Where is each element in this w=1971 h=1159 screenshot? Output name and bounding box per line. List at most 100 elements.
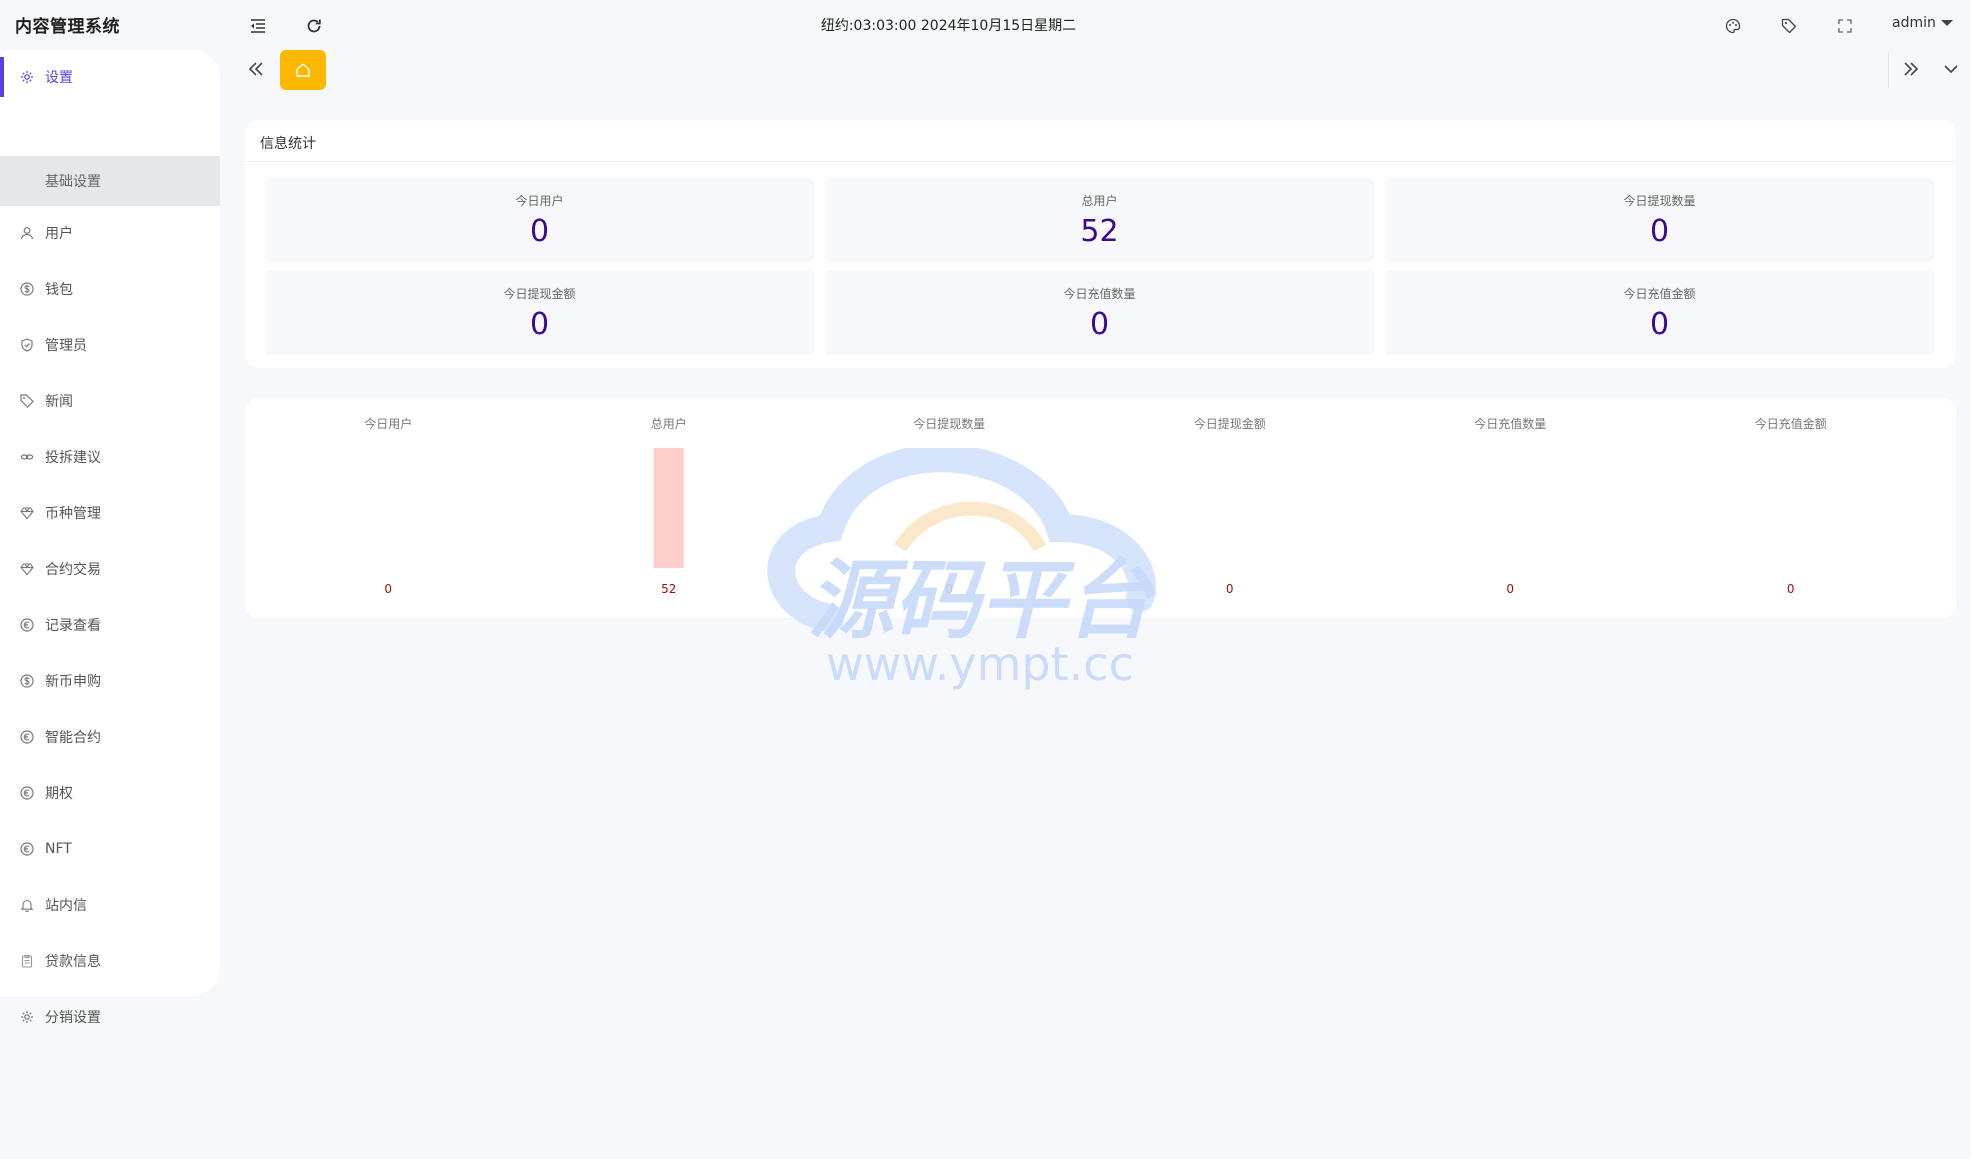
dollar-icon xyxy=(20,282,34,296)
stat-today-withdraw-count: 今日提现数量 0 xyxy=(1385,178,1934,262)
sidebar-item-news[interactable]: 新闻 xyxy=(0,381,220,421)
sidebar-item-admins[interactable]: 管理员 xyxy=(0,325,220,365)
chart-value-label: 0 xyxy=(1506,582,1514,596)
diamond-icon xyxy=(20,562,34,576)
top-bar: 内容管理系统 纽约:03:03:00 2024年10月15日星期二 admin xyxy=(0,0,1971,50)
chevrons-right-icon xyxy=(1904,62,1919,76)
username: admin xyxy=(1892,15,1936,31)
link-icon xyxy=(20,450,34,464)
user-menu[interactable]: admin xyxy=(1892,15,1953,31)
stats-chart-card: 今日用户 0 总用户 52 今日提现数量 0 今日提现金额 0 今日充值数量 0 今日充值金额 0 xyxy=(245,398,1956,618)
euro-icon xyxy=(20,730,34,744)
sidebar-item-label: 记录查看 xyxy=(45,618,101,634)
sidebar-item-label: 管理员 xyxy=(45,338,87,354)
svg-text:www.ympt.cc: www.ympt.cc xyxy=(826,637,1134,691)
sidebar-item-loans[interactable]: 贷款信息 xyxy=(0,941,220,981)
sidebar-item-new-coin[interactable]: 新币申购 xyxy=(0,661,220,701)
tag-icon xyxy=(20,394,34,408)
sidebar-item-label: 期权 xyxy=(45,786,73,802)
sidebar-item-label: 基础设置 xyxy=(45,174,101,190)
stat-today-users: 今日用户 0 xyxy=(265,178,814,262)
chart-value-label: 0 xyxy=(1787,582,1795,596)
stat-value: 0 xyxy=(1089,307,1110,342)
sidebar-item-label: 投拆建议 xyxy=(45,450,101,466)
sidebar-item-label: 贷款信息 xyxy=(45,954,101,970)
sidebar-item-distribution[interactable]: 分销设置 xyxy=(0,997,220,1037)
sidebar-item-wallet[interactable]: 钱包 xyxy=(0,269,220,309)
euro-icon xyxy=(20,786,34,800)
stat-value: 0 xyxy=(529,214,550,249)
sidebar-item-smart-contract[interactable]: 智能合约 xyxy=(0,717,220,757)
fullscreen-icon xyxy=(1838,19,1852,33)
stat-value: 52 xyxy=(1080,214,1119,249)
stat-value: 0 xyxy=(529,307,550,342)
gear-icon xyxy=(20,1010,34,1024)
sidebar-item-label: 智能合约 xyxy=(45,730,101,746)
sidebar-item-currency[interactable]: 币种管理 xyxy=(0,493,220,533)
chart-category-label: 今日用户 xyxy=(364,416,412,431)
chart-bar xyxy=(653,448,684,568)
sidebar-item-label: 合约交易 xyxy=(45,562,101,578)
chart-value-label: 0 xyxy=(1226,582,1234,596)
euro-icon xyxy=(20,842,34,856)
fullscreen-button[interactable] xyxy=(1832,13,1858,39)
chart-value-label: 52 xyxy=(661,582,676,596)
stat-label: 今日充值数量 xyxy=(1063,287,1136,301)
chart-value-label: 0 xyxy=(384,582,392,596)
tab-home[interactable] xyxy=(280,50,326,90)
tabs-menu-button[interactable] xyxy=(1940,58,1962,80)
chevron-down-icon xyxy=(1944,65,1958,74)
tabs-scroll-right-button[interactable] xyxy=(1900,58,1922,80)
theme-button[interactable] xyxy=(1720,13,1746,39)
stat-today-recharge-count: 今日充值数量 0 xyxy=(825,271,1374,355)
clock-display: 纽约:03:03:00 2024年10月15日星期二 xyxy=(820,18,1077,34)
sidebar-item-label: NFT xyxy=(45,841,72,857)
sidebar-item-basic-settings[interactable]: 基础设置 xyxy=(0,156,220,206)
chevrons-left-icon xyxy=(248,62,263,76)
clipboard-icon xyxy=(20,954,34,968)
stats-bar-chart: 今日用户 0 总用户 52 今日提现数量 0 今日提现金额 0 今日充值数量 0 今日充值金额 0 xyxy=(364,416,1827,596)
chart-category-label: 总用户 xyxy=(651,416,687,431)
gear-icon xyxy=(20,70,34,84)
tag-button[interactable] xyxy=(1776,13,1802,39)
stat-today-recharge-amount: 今日充值金额 0 xyxy=(1385,271,1934,355)
stat-today-withdraw-amount: 今日提现金额 0 xyxy=(265,271,814,355)
sidebar-item-label: 站内信 xyxy=(45,898,87,914)
chart-category-label: 今日充值数量 xyxy=(1474,416,1546,431)
sidebar-item-label: 钱包 xyxy=(45,282,73,298)
sidebar-item-label: 新币申购 xyxy=(45,674,101,690)
stats-card-title: 信息统计 xyxy=(245,120,1956,162)
chart-value-label: 0 xyxy=(945,582,953,596)
sidebar-item-label: 用户 xyxy=(45,226,73,242)
sidebar-item-nft[interactable]: NFT xyxy=(0,829,220,869)
sidebar-item-users[interactable]: 用户 xyxy=(0,213,220,253)
dollar-icon xyxy=(20,674,34,688)
stat-label: 总用户 xyxy=(1081,194,1118,208)
stat-label: 今日用户 xyxy=(515,194,564,208)
diamond-icon xyxy=(20,506,34,520)
sidebar-item-feedback[interactable]: 投拆建议 xyxy=(0,437,220,477)
user-icon xyxy=(20,226,34,240)
sidebar-item-settings[interactable]: 设置 xyxy=(0,57,220,97)
sidebar-item-contract-trade[interactable]: 合约交易 xyxy=(0,549,220,589)
sidebar: 设置 基础设置 用户 钱包 管理员 新闻 投拆建议 币种管理 合约交易 记录查看… xyxy=(0,50,220,1026)
shield-icon xyxy=(20,338,34,352)
stat-value: 0 xyxy=(1649,307,1670,342)
stat-total-users: 总用户 52 xyxy=(825,178,1374,262)
tabs-scroll-left-button[interactable] xyxy=(245,58,267,80)
tag-icon xyxy=(1781,18,1797,34)
bell-icon xyxy=(20,898,34,912)
sidebar-item-options[interactable]: 期权 xyxy=(0,773,220,813)
sidebar-item-label: 设置 xyxy=(45,70,73,86)
palette-icon xyxy=(1725,18,1741,34)
chart-category-label: 今日提现金额 xyxy=(1194,416,1266,431)
sidebar-item-records[interactable]: 记录查看 xyxy=(0,605,220,645)
sidebar-item-label: 分销设置 xyxy=(45,1010,101,1026)
chart-category-label: 今日提现数量 xyxy=(913,416,985,431)
tabs-divider xyxy=(1888,52,1889,88)
stat-label: 今日提现数量 xyxy=(1623,194,1696,208)
sidebar-item-label: 新闻 xyxy=(45,394,73,410)
stat-value: 0 xyxy=(1649,214,1670,249)
sidebar-item-messages[interactable]: 站内信 xyxy=(0,885,220,925)
stat-label: 今日提现金额 xyxy=(503,287,576,301)
